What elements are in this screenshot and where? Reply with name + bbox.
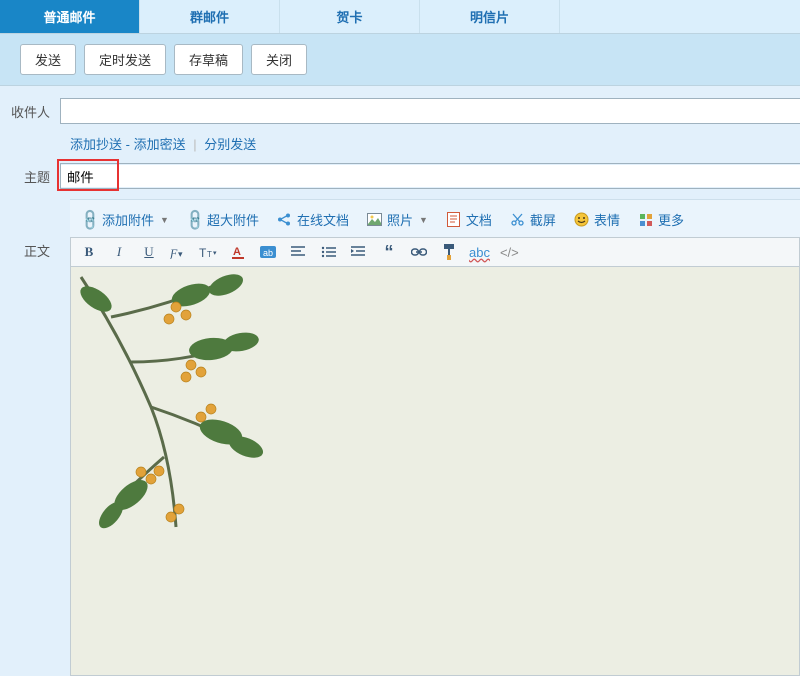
pipe-sep: | xyxy=(193,137,196,152)
font-size-button[interactable]: TT▾ xyxy=(199,243,219,261)
photo-label: 照片 xyxy=(387,210,413,229)
indent-button[interactable] xyxy=(349,243,369,261)
subject-row: 主题 xyxy=(0,163,800,189)
highlight-button[interactable]: ab xyxy=(259,243,279,261)
font-color-button[interactable]: A xyxy=(229,243,249,261)
svg-text:T: T xyxy=(199,246,207,259)
schedule-send-button[interactable]: 定时发送 xyxy=(84,44,166,75)
send-button[interactable]: 发送 xyxy=(20,44,76,75)
quote-button[interactable]: “ xyxy=(379,243,399,261)
more-button[interactable]: 更多 xyxy=(638,210,684,229)
subject-label: 主题 xyxy=(0,167,60,186)
add-attachment-label: 添加附件 xyxy=(102,210,154,229)
save-draft-button[interactable]: 存草稿 xyxy=(174,44,243,75)
action-bar: 发送 定时发送 存草稿 关闭 xyxy=(0,34,800,86)
dropdown-icon: ▼ xyxy=(419,215,428,225)
dash-sep: - xyxy=(126,137,134,152)
subject-input[interactable] xyxy=(61,165,800,187)
online-doc-label: 在线文档 xyxy=(297,210,349,229)
photo-icon xyxy=(367,212,383,228)
recipient-row: 收件人 xyxy=(0,98,800,124)
editor-body[interactable] xyxy=(70,266,800,676)
add-bcc-link[interactable]: 添加密送 xyxy=(134,137,186,152)
grid-icon xyxy=(638,212,654,228)
tab-postcard[interactable]: 明信片 xyxy=(420,0,560,33)
body-row: 正文 B I U Ƒ▾ TT▾ A ab xyxy=(0,237,800,676)
body-label: 正文 xyxy=(0,241,60,260)
share-icon xyxy=(277,212,293,228)
svg-text:▾: ▾ xyxy=(213,250,217,257)
tab-greeting-card[interactable]: 贺卡 xyxy=(280,0,420,33)
paperclip-icon: 🔗 xyxy=(187,212,203,228)
svg-text:T: T xyxy=(207,250,212,259)
recipient-input[interactable] xyxy=(60,98,800,124)
source-code-button[interactable]: </> xyxy=(500,243,519,261)
editor-toolbar: B I U Ƒ▾ TT▾ A ab “ xyxy=(70,237,800,266)
online-doc-button[interactable]: 在线文档 xyxy=(277,210,349,229)
compose-form: 收件人 添加抄送 - 添加密送 | 分别发送 主题 🔗 添加附件 ▼ 🔗 超大附… xyxy=(0,86,800,676)
subject-input-wrapper xyxy=(60,163,800,189)
add-attachment-button[interactable]: 🔗 添加附件 ▼ xyxy=(82,210,169,229)
big-attachment-button[interactable]: 🔗 超大附件 xyxy=(187,210,259,229)
send-separately-link[interactable]: 分别发送 xyxy=(204,137,256,152)
recipient-label: 收件人 xyxy=(0,102,60,121)
italic-button[interactable]: I xyxy=(109,243,129,261)
smile-icon xyxy=(574,212,590,228)
svg-text:ab: ab xyxy=(263,248,273,258)
screenshot-label: 截屏 xyxy=(530,210,556,229)
emoji-label: 表情 xyxy=(594,210,620,229)
link-button[interactable] xyxy=(409,243,429,261)
scissors-icon xyxy=(510,212,526,228)
bold-button[interactable]: B xyxy=(79,243,99,261)
cc-links-row: 添加抄送 - 添加密送 | 分别发送 xyxy=(70,134,800,153)
spellcheck-button[interactable]: abc xyxy=(469,243,490,261)
svg-text:▾: ▾ xyxy=(178,249,183,259)
document-icon xyxy=(446,212,462,228)
close-button[interactable]: 关闭 xyxy=(251,44,307,75)
svg-text:A: A xyxy=(233,246,241,258)
dropdown-icon: ▼ xyxy=(160,215,169,225)
attachment-bar: 🔗 添加附件 ▼ 🔗 超大附件 在线文档 照片 ▼ 文档 xyxy=(70,199,800,237)
big-attachment-label: 超大附件 xyxy=(207,210,259,229)
add-cc-link[interactable]: 添加抄送 xyxy=(70,137,122,152)
align-button[interactable] xyxy=(289,243,309,261)
stationery-branch-illustration xyxy=(70,266,291,547)
screenshot-button[interactable]: 截屏 xyxy=(510,210,556,229)
font-family-button[interactable]: Ƒ▾ xyxy=(169,243,189,261)
tab-group-mail[interactable]: 群邮件 xyxy=(140,0,280,33)
photo-button[interactable]: 照片 ▼ xyxy=(367,210,428,229)
more-label: 更多 xyxy=(658,210,684,229)
format-paint-button[interactable] xyxy=(439,243,459,261)
doc-label: 文档 xyxy=(466,210,492,229)
emoji-button[interactable]: 表情 xyxy=(574,210,620,229)
compose-tabs: 普通邮件 群邮件 贺卡 明信片 xyxy=(0,0,800,34)
svg-text:Ƒ: Ƒ xyxy=(170,246,178,259)
doc-button[interactable]: 文档 xyxy=(446,210,492,229)
list-button[interactable] xyxy=(319,243,339,261)
tab-normal-mail[interactable]: 普通邮件 xyxy=(0,0,140,33)
paperclip-icon: 🔗 xyxy=(82,212,98,228)
underline-button[interactable]: U xyxy=(139,243,159,261)
